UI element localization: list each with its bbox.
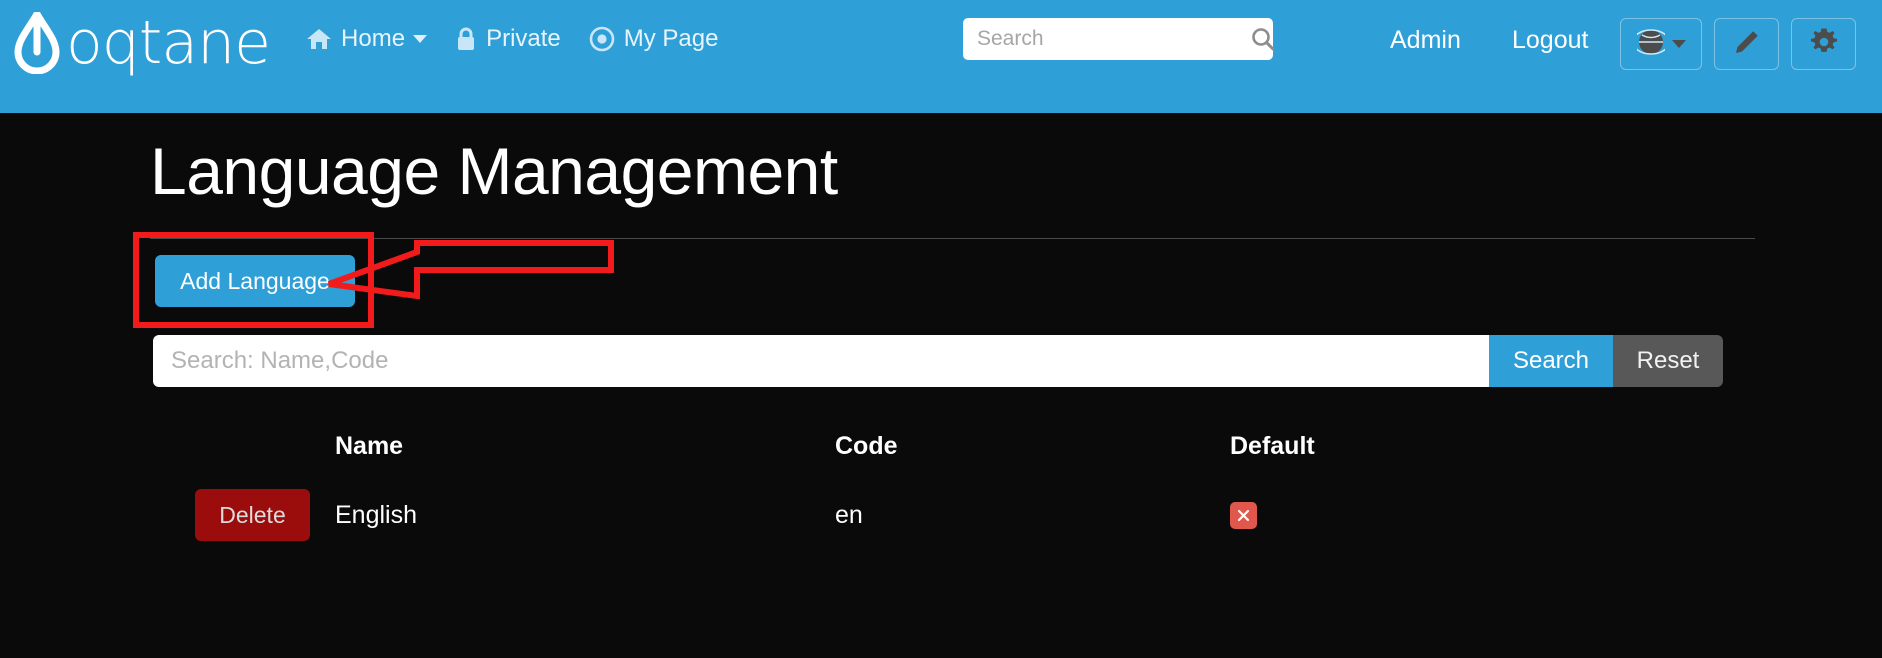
lock-icon	[455, 26, 477, 52]
annotation-arrow-icon	[327, 240, 614, 300]
header-search[interactable]	[963, 18, 1276, 60]
page-root: oqtane Home Private My Page Search Admin…	[0, 0, 1882, 658]
nav-item-my-page[interactable]: My Page	[589, 25, 719, 53]
language-selector-button[interactable]	[1620, 18, 1702, 70]
nav-item-private-label: Private	[486, 25, 561, 52]
delete-button[interactable]: Delete	[195, 489, 310, 541]
cell-code: en	[835, 500, 863, 529]
search-button[interactable]: Search	[1489, 335, 1613, 387]
nav-item-home[interactable]: Home	[306, 25, 428, 53]
nav-item-home-label: Home	[341, 25, 406, 52]
site-header: oqtane Home Private My Page Search Admin…	[0, 0, 1882, 113]
edit-mode-button[interactable]	[1714, 18, 1779, 70]
water-drop-icon	[14, 6, 60, 75]
language-search-input[interactable]	[153, 335, 1489, 387]
gear-icon	[1810, 28, 1838, 61]
nav-item-my-page-label: My Page	[623, 25, 719, 52]
cell-action: Delete	[195, 489, 335, 541]
column-header-default: Default	[1230, 431, 1315, 460]
globe-icon	[1631, 28, 1670, 61]
title-divider	[150, 238, 1755, 239]
page-title: Language Management	[150, 134, 838, 208]
nav-item-private[interactable]: Private	[455, 25, 561, 53]
reset-button[interactable]: Reset	[1613, 335, 1723, 387]
site-logo[interactable]: oqtane	[14, 6, 271, 78]
search-icon[interactable]	[1250, 26, 1276, 52]
languages-table: Name Code Default Delete English en	[195, 420, 1755, 552]
search-input[interactable]	[975, 26, 1250, 52]
site-logo-text: oqtane	[66, 8, 271, 78]
column-header-code: Code	[835, 431, 898, 460]
home-icon	[306, 27, 332, 51]
target-icon	[589, 26, 615, 52]
admin-link[interactable]: Admin	[1390, 26, 1461, 55]
filter-bar: Search Reset	[153, 335, 1723, 387]
table-row: Delete English en	[195, 478, 1755, 552]
chevron-down-icon	[1671, 40, 1686, 48]
cell-name: English	[335, 500, 417, 529]
add-language-button[interactable]: Add Language	[155, 255, 355, 307]
x-mark-icon	[1230, 501, 1257, 529]
column-header-name: Name	[335, 431, 404, 460]
cell-default	[1230, 501, 1490, 529]
pencil-icon	[1733, 28, 1761, 61]
table-header-row: Name Code Default	[195, 420, 1755, 472]
logout-link[interactable]: Logout	[1512, 26, 1588, 55]
settings-button[interactable]	[1791, 18, 1856, 70]
chevron-down-icon	[413, 35, 428, 43]
main-nav: Home Private My Page	[306, 18, 746, 60]
